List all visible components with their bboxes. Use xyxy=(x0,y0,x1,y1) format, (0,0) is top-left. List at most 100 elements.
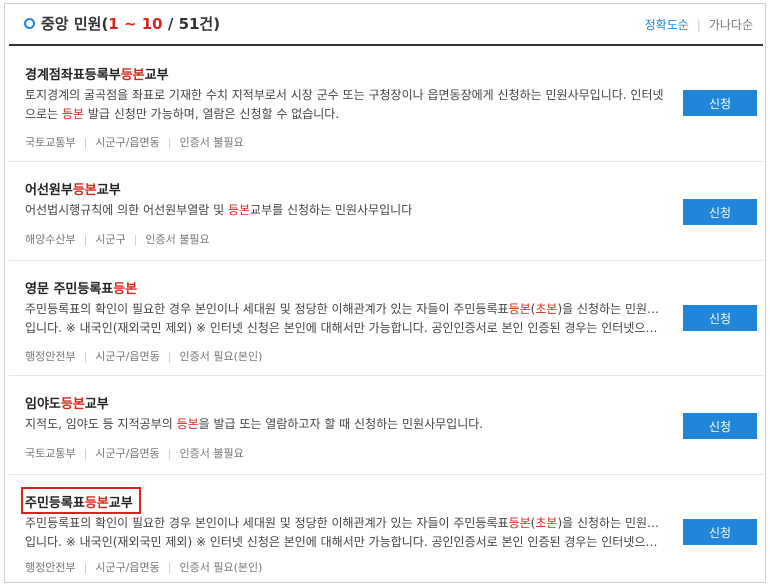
item-divider xyxy=(9,260,763,261)
item-title[interactable]: 어선원부등본교부 xyxy=(25,179,121,198)
title-highlight: 등본 xyxy=(60,397,85,412)
title-highlight: 등본 xyxy=(120,68,145,83)
item-divider xyxy=(9,474,763,475)
desc-highlight: 등본 xyxy=(227,203,251,217)
desc-text: 발급 신청만 가능하며, 열람은 신청할 수 없습니다. xyxy=(84,107,340,121)
desc-text: 교부를 신청하는 민원사무입니다 xyxy=(250,203,413,217)
desc-text: 주민등록표의 확인이 필요한 경우 본인이나 세대원 및 정당한 이해관계가 있… xyxy=(25,302,509,316)
sort-divider: | xyxy=(696,18,701,32)
meta-divider: | xyxy=(167,561,172,574)
item-title[interactable]: 임야도등본교부 xyxy=(25,393,109,412)
item-meta: 국토교통부 | 시군구/읍면동 | 인증서 불필요 xyxy=(25,445,244,461)
sort-options: 정확도순 | 가나다순 xyxy=(645,16,753,33)
title-text: 교부 xyxy=(96,183,121,198)
section-title: 중앙 민원 xyxy=(41,15,102,33)
desc-text: 을 발급 또는 열람하고자 할 때 신청하는 민원사무입니다. xyxy=(198,417,484,431)
meta-divider: | xyxy=(167,350,172,363)
item-title[interactable]: 주민등록표등본교부 xyxy=(25,492,133,511)
apply-button[interactable]: 신청 xyxy=(683,519,757,545)
meta-divider: | xyxy=(83,233,88,246)
item-meta: 국토교통부 | 시군구/읍면동 | 인증서 불필요 xyxy=(25,134,244,150)
desc-text: )을 신청하는 민원사무 xyxy=(557,516,665,530)
title-highlight: 등본 xyxy=(113,282,138,297)
desc-text: 으로는 xyxy=(25,107,62,121)
result-range: 1 ~ 10 xyxy=(108,15,163,33)
item-description: 지적도, 임야도 등 지적공부의 등본을 발급 또는 열람하고자 할 때 신청하… xyxy=(25,415,665,434)
description-line: 주민등록표의 확인이 필요한 경우 본인이나 세대원 및 정당한 이해관계가 있… xyxy=(25,514,665,533)
apply-button[interactable]: 신청 xyxy=(683,90,757,116)
meta-certificate: 인증서 불필요 xyxy=(179,447,244,460)
meta-office: 시군구/읍면동 xyxy=(95,447,160,460)
sort-alpha-link[interactable]: 가나다순 xyxy=(709,18,753,32)
desc-highlight: 초본 xyxy=(535,302,558,316)
desc-text: 지적도, 임야도 등 지적공부의 xyxy=(25,417,177,431)
item-description: 주민등록표의 확인이 필요한 경우 본인이나 세대원 및 정당한 이해관계가 있… xyxy=(25,300,665,338)
desc-highlight: 등본 xyxy=(61,107,85,121)
range-separator: / xyxy=(162,15,179,33)
item-description: 주민등록표의 확인이 필요한 경우 본인이나 세대원 및 정당한 이해관계가 있… xyxy=(25,514,665,552)
description-line: 지적도, 임야도 등 지적공부의 등본을 발급 또는 열람하고자 할 때 신청하… xyxy=(25,415,665,434)
meta-office: 시군구/읍면동 xyxy=(95,561,160,574)
results-title: 중앙 민원(1 ~ 10 / 51건) xyxy=(41,13,220,34)
title-text: 임야도 xyxy=(25,397,61,412)
title-text: 영문 주민등록표 xyxy=(25,282,114,297)
apply-button[interactable]: 신청 xyxy=(683,305,757,331)
desc-text: )을 신청하는 민원사무 xyxy=(557,302,665,316)
desc-text: 주민등록표의 확인이 필요한 경우 본인이나 세대원 및 정당한 이해관계가 있… xyxy=(25,516,509,530)
desc-highlight: 등본 xyxy=(508,516,531,530)
meta-divider: | xyxy=(167,447,172,460)
item-divider xyxy=(9,161,763,162)
title-text: 어선원부 xyxy=(25,183,73,198)
meta-certificate: 인증서 불필요 xyxy=(179,136,244,149)
description-line: 입니다. ※ 내국인(재외국민 제외) ※ 인터넷 신청은 본인에 대해서만 가… xyxy=(25,321,665,335)
title-text: 경계점좌표등록부 xyxy=(25,68,121,83)
apply-button[interactable]: 신청 xyxy=(683,413,757,439)
result-total: 51건 xyxy=(178,15,214,33)
results-header: 중앙 민원(1 ~ 10 / 51건) 정확도순 | 가나다순 xyxy=(9,4,763,46)
meta-agency: 행정안전부 xyxy=(25,350,76,363)
meta-agency: 해양수산부 xyxy=(25,233,76,246)
desc-highlight: 등본 xyxy=(176,417,199,431)
meta-divider: | xyxy=(83,136,88,149)
item-description: 어선법시행규칙에 의한 어선원부열람 및 등본교부를 신청하는 민원사무입니다 xyxy=(25,201,665,220)
title-text: 교부 xyxy=(108,496,133,511)
meta-office: 시군구 xyxy=(95,233,126,246)
meta-office: 시군구/읍면동 xyxy=(95,136,160,149)
meta-certificate: 인증서 필요(본인) xyxy=(179,350,263,363)
meta-divider: | xyxy=(83,350,88,363)
item-meta: 해양수산부 | 시군구 | 인증서 불필요 xyxy=(25,231,210,247)
meta-divider: | xyxy=(83,561,88,574)
meta-divider: | xyxy=(133,233,138,246)
item-meta: 행정안전부 | 시군구/읍면동 | 인증서 필요(본인) xyxy=(25,348,262,364)
meta-agency: 행정안전부 xyxy=(25,561,76,574)
item-meta: 행정안전부 | 시군구/읍면동 | 인증서 필요(본인) xyxy=(25,559,262,575)
apply-button[interactable]: 신청 xyxy=(683,199,757,225)
item-divider xyxy=(9,375,763,376)
title-text: 교부 xyxy=(144,68,169,83)
meta-agency: 국토교통부 xyxy=(25,136,76,149)
description-line: 토지경계의 굴곡점을 좌표로 기재한 수치 지적부로서 시장 군수 또는 구청장… xyxy=(25,88,664,102)
description-line: 주민등록표의 확인이 필요한 경우 본인이나 세대원 및 정당한 이해관계가 있… xyxy=(25,300,665,319)
meta-divider: | xyxy=(167,136,172,149)
meta-certificate: 인증서 필요(본인) xyxy=(179,561,263,574)
sort-accuracy-link[interactable]: 정확도순 xyxy=(645,18,689,32)
meta-agency: 국토교통부 xyxy=(25,447,76,460)
desc-highlight: 등본 xyxy=(508,302,531,316)
item-description: 토지경계의 굴곡점을 좌표로 기재한 수치 지적부로서 시장 군수 또는 구청장… xyxy=(25,86,665,124)
description-line: 어선법시행규칙에 의한 어선원부열람 및 등본교부를 신청하는 민원사무입니다 xyxy=(25,201,665,220)
meta-certificate: 인증서 불필요 xyxy=(145,233,210,246)
meta-office: 시군구/읍면동 xyxy=(95,350,160,363)
meta-divider: | xyxy=(83,447,88,460)
paren-close: ) xyxy=(213,15,221,33)
title-highlight: 등본 xyxy=(84,496,109,511)
bullet-ring-icon xyxy=(24,18,35,29)
result-panel: 중앙 민원(1 ~ 10 / 51건) 정확도순 | 가나다순 경계점좌표등록부등본… xyxy=(4,3,766,583)
item-title[interactable]: 경계점좌표등록부등본교부 xyxy=(25,64,169,83)
description-line: 으로는 등본 발급 신청만 가능하며, 열람은 신청할 수 없습니다. xyxy=(25,105,665,124)
title-text: 주민등록표 xyxy=(25,496,85,511)
item-title[interactable]: 영문 주민등록표등본 xyxy=(25,278,137,297)
title-highlight: 등본 xyxy=(72,183,97,198)
desc-text: 어선법시행규칙에 의한 어선원부열람 및 xyxy=(25,203,228,217)
desc-highlight: 초본 xyxy=(535,516,558,530)
title-text: 교부 xyxy=(84,397,109,412)
